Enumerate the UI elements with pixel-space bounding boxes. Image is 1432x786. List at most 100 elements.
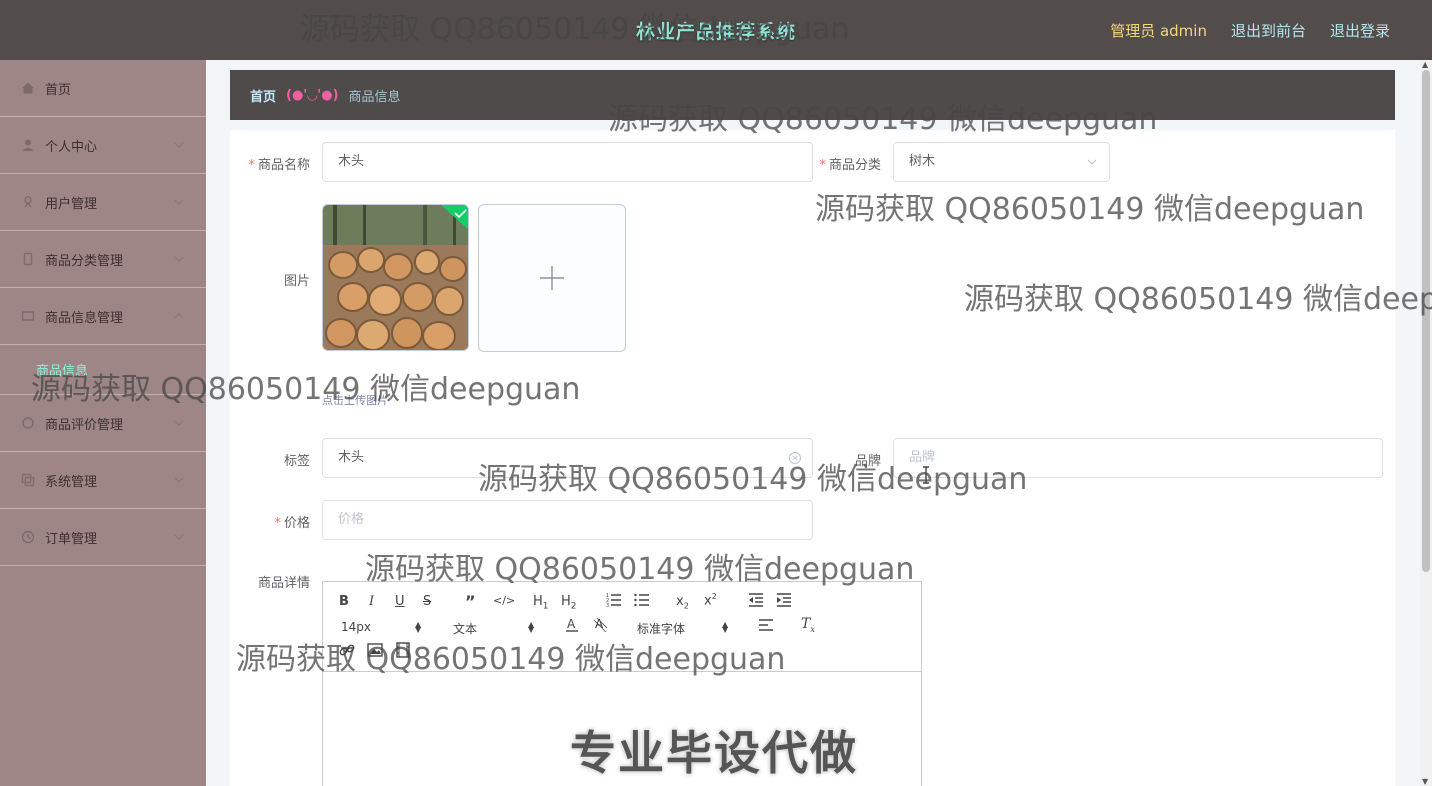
font-color-icon[interactable]: A (565, 617, 579, 637)
breadcrumb-home[interactable]: 首页 (250, 86, 276, 105)
breadcrumb-current: 商品信息 (348, 89, 401, 105)
chevron-down-icon (174, 477, 184, 483)
heading1-icon[interactable]: H1 (533, 594, 549, 612)
font-size-select[interactable]: 14px ▲ ▼ (341, 620, 421, 634)
banner-text: 专业毕设代做 (570, 726, 858, 780)
tag-input[interactable]: 木头 (322, 438, 813, 478)
paragraph-select[interactable]: 文本 ▲ ▼ (453, 620, 534, 637)
rich-text-editor: B I U S ” </> H1 H2 123 x2 x2 14px ▲ ▼ 文本 ▲… (322, 581, 922, 786)
chevron-down-icon (1087, 159, 1097, 165)
strikethrough-icon[interactable]: S (423, 594, 431, 609)
editor-content[interactable]: 专业毕设代做 (323, 672, 921, 786)
sidebar-item-label: 商品分类管理 (45, 253, 124, 269)
upload-tip: 点击上传图片 (322, 394, 388, 407)
chevron-down-icon (174, 142, 184, 148)
blockquote-icon[interactable]: ” (465, 592, 476, 611)
chevron-down-icon (174, 199, 184, 205)
users-icon (20, 194, 36, 210)
sidebar-item-label: 首页 (45, 82, 72, 98)
breadcrumb-separator: (●'◡'●) (286, 87, 339, 103)
sidebar-item-system[interactable]: 系统管理 (0, 452, 206, 509)
category-icon (20, 251, 36, 267)
tag-label: 标签 (283, 454, 310, 469)
sidebar-item-label: 商品评价管理 (45, 417, 124, 433)
order-icon (20, 529, 36, 545)
sidebar: 首页 个人中心 用户管理 商品分类管理 商品信息管理 商品信息 商品评价管理 系… (0, 60, 206, 786)
top-header: 林业产品推荐系统 管理员 admin 退出到前台 退出登录 (0, 0, 1432, 60)
goods-form: * 商品名称 木头 * 商品分类 树木 图片 点击上传图片 标签 木头 品牌 品… (230, 130, 1395, 786)
sidebar-item-label: 商品信息管理 (45, 310, 124, 326)
indent-icon[interactable] (776, 592, 792, 612)
chevron-down-icon (174, 256, 184, 262)
goods-name-label: * 商品名称 (248, 158, 310, 173)
front-page-link[interactable]: 退出到前台 (1231, 20, 1306, 41)
sidebar-item-category[interactable]: 商品分类管理 (0, 231, 206, 288)
italic-icon[interactable]: I (369, 594, 374, 609)
chevron-down-icon (174, 420, 184, 426)
editor-toolbar: B I U S ” </> H1 H2 123 x2 x2 14px ▲ ▼ 文本 ▲… (323, 582, 921, 672)
detail-label: 商品详情 (257, 576, 310, 591)
breadcrumb: 首页 (●'◡'●) 商品信息 (230, 70, 1395, 120)
user-icon (20, 137, 36, 153)
video-icon[interactable] (395, 642, 411, 662)
chevron-down-icon (174, 534, 184, 540)
font-family-select[interactable]: 标准字体 ▲ ▼ (637, 620, 737, 637)
scroll-down-icon[interactable]: ▼ (1422, 777, 1428, 786)
bold-icon[interactable]: B (339, 594, 349, 609)
sidebar-item-label: 用户管理 (45, 196, 98, 212)
sidebar-item-personal[interactable]: 个人中心 (0, 117, 206, 174)
sidebar-item-users[interactable]: 用户管理 (0, 174, 206, 231)
chevron-up-icon (174, 313, 184, 319)
brand-input[interactable]: 品牌 (893, 438, 1383, 478)
goods-icon (20, 308, 36, 324)
uploaded-image-thumbnail[interactable] (322, 204, 469, 351)
brand-label: 品牌 (854, 454, 881, 469)
page-scrollbar[interactable]: ▲ ▼ (1420, 60, 1432, 786)
clear-icon[interactable] (788, 451, 802, 465)
sidebar-item-goods[interactable]: 商品信息管理 (0, 288, 206, 345)
logout-link[interactable]: 退出登录 (1330, 20, 1390, 41)
code-block-icon[interactable]: </> (493, 594, 515, 607)
price-label: * 价格 (274, 516, 310, 531)
heading2-icon[interactable]: H2 (561, 594, 577, 612)
link-icon[interactable] (339, 642, 355, 662)
sidebar-item-label: 系统管理 (45, 474, 98, 490)
scrollbar-thumb[interactable] (1422, 70, 1430, 572)
goods-name-input[interactable]: 木头 (322, 142, 813, 182)
system-icon (20, 472, 36, 488)
ordered-list-icon[interactable]: 123 (606, 592, 622, 612)
image-icon[interactable] (367, 642, 383, 662)
outdent-icon[interactable] (748, 592, 764, 612)
admin-label: 管理员 admin (1110, 22, 1207, 40)
tag-value: 木头 (338, 450, 365, 465)
svg-text:3: 3 (606, 603, 609, 608)
superscript-icon[interactable]: x2 (704, 592, 717, 608)
sidebar-subitem-goods-info[interactable]: 商品信息 (0, 345, 206, 395)
sidebar-item-comments[interactable]: 商品评价管理 (0, 395, 206, 452)
log-pile-image (323, 205, 468, 350)
header-nav: 管理员 admin 退出到前台 退出登录 (1110, 20, 1390, 41)
goods-category-label: * 商品分类 (819, 158, 881, 173)
subscript-icon[interactable]: x2 (676, 594, 689, 611)
main-content: 首页 (●'◡'●) 商品信息 * 商品名称 木头 * 商品分类 树木 图片 点… (206, 60, 1420, 786)
sidebar-item-label: 订单管理 (45, 531, 98, 547)
underline-icon[interactable]: U (395, 594, 405, 609)
home-icon (20, 80, 36, 96)
category-selected-value: 树木 (909, 154, 936, 169)
price-input[interactable]: 价格 (322, 500, 813, 540)
scroll-up-icon[interactable]: ▲ (1422, 60, 1428, 69)
goods-category-select[interactable]: 树木 (893, 142, 1110, 182)
comment-icon (20, 415, 36, 431)
upload-image-button[interactable] (478, 204, 626, 352)
text-cursor-icon (923, 466, 929, 484)
bullet-list-icon[interactable] (634, 592, 650, 612)
sidebar-item-label: 个人中心 (45, 139, 98, 155)
image-label: 图片 (283, 274, 310, 289)
background-color-icon[interactable]: A (593, 617, 608, 637)
plus-icon (540, 266, 564, 290)
svg-text:A: A (567, 617, 576, 631)
sidebar-item-orders[interactable]: 订单管理 (0, 509, 206, 566)
clear-format-icon[interactable]: Tx (801, 616, 815, 634)
sidebar-item-home[interactable]: 首页 (0, 60, 206, 117)
align-icon[interactable] (758, 618, 774, 636)
